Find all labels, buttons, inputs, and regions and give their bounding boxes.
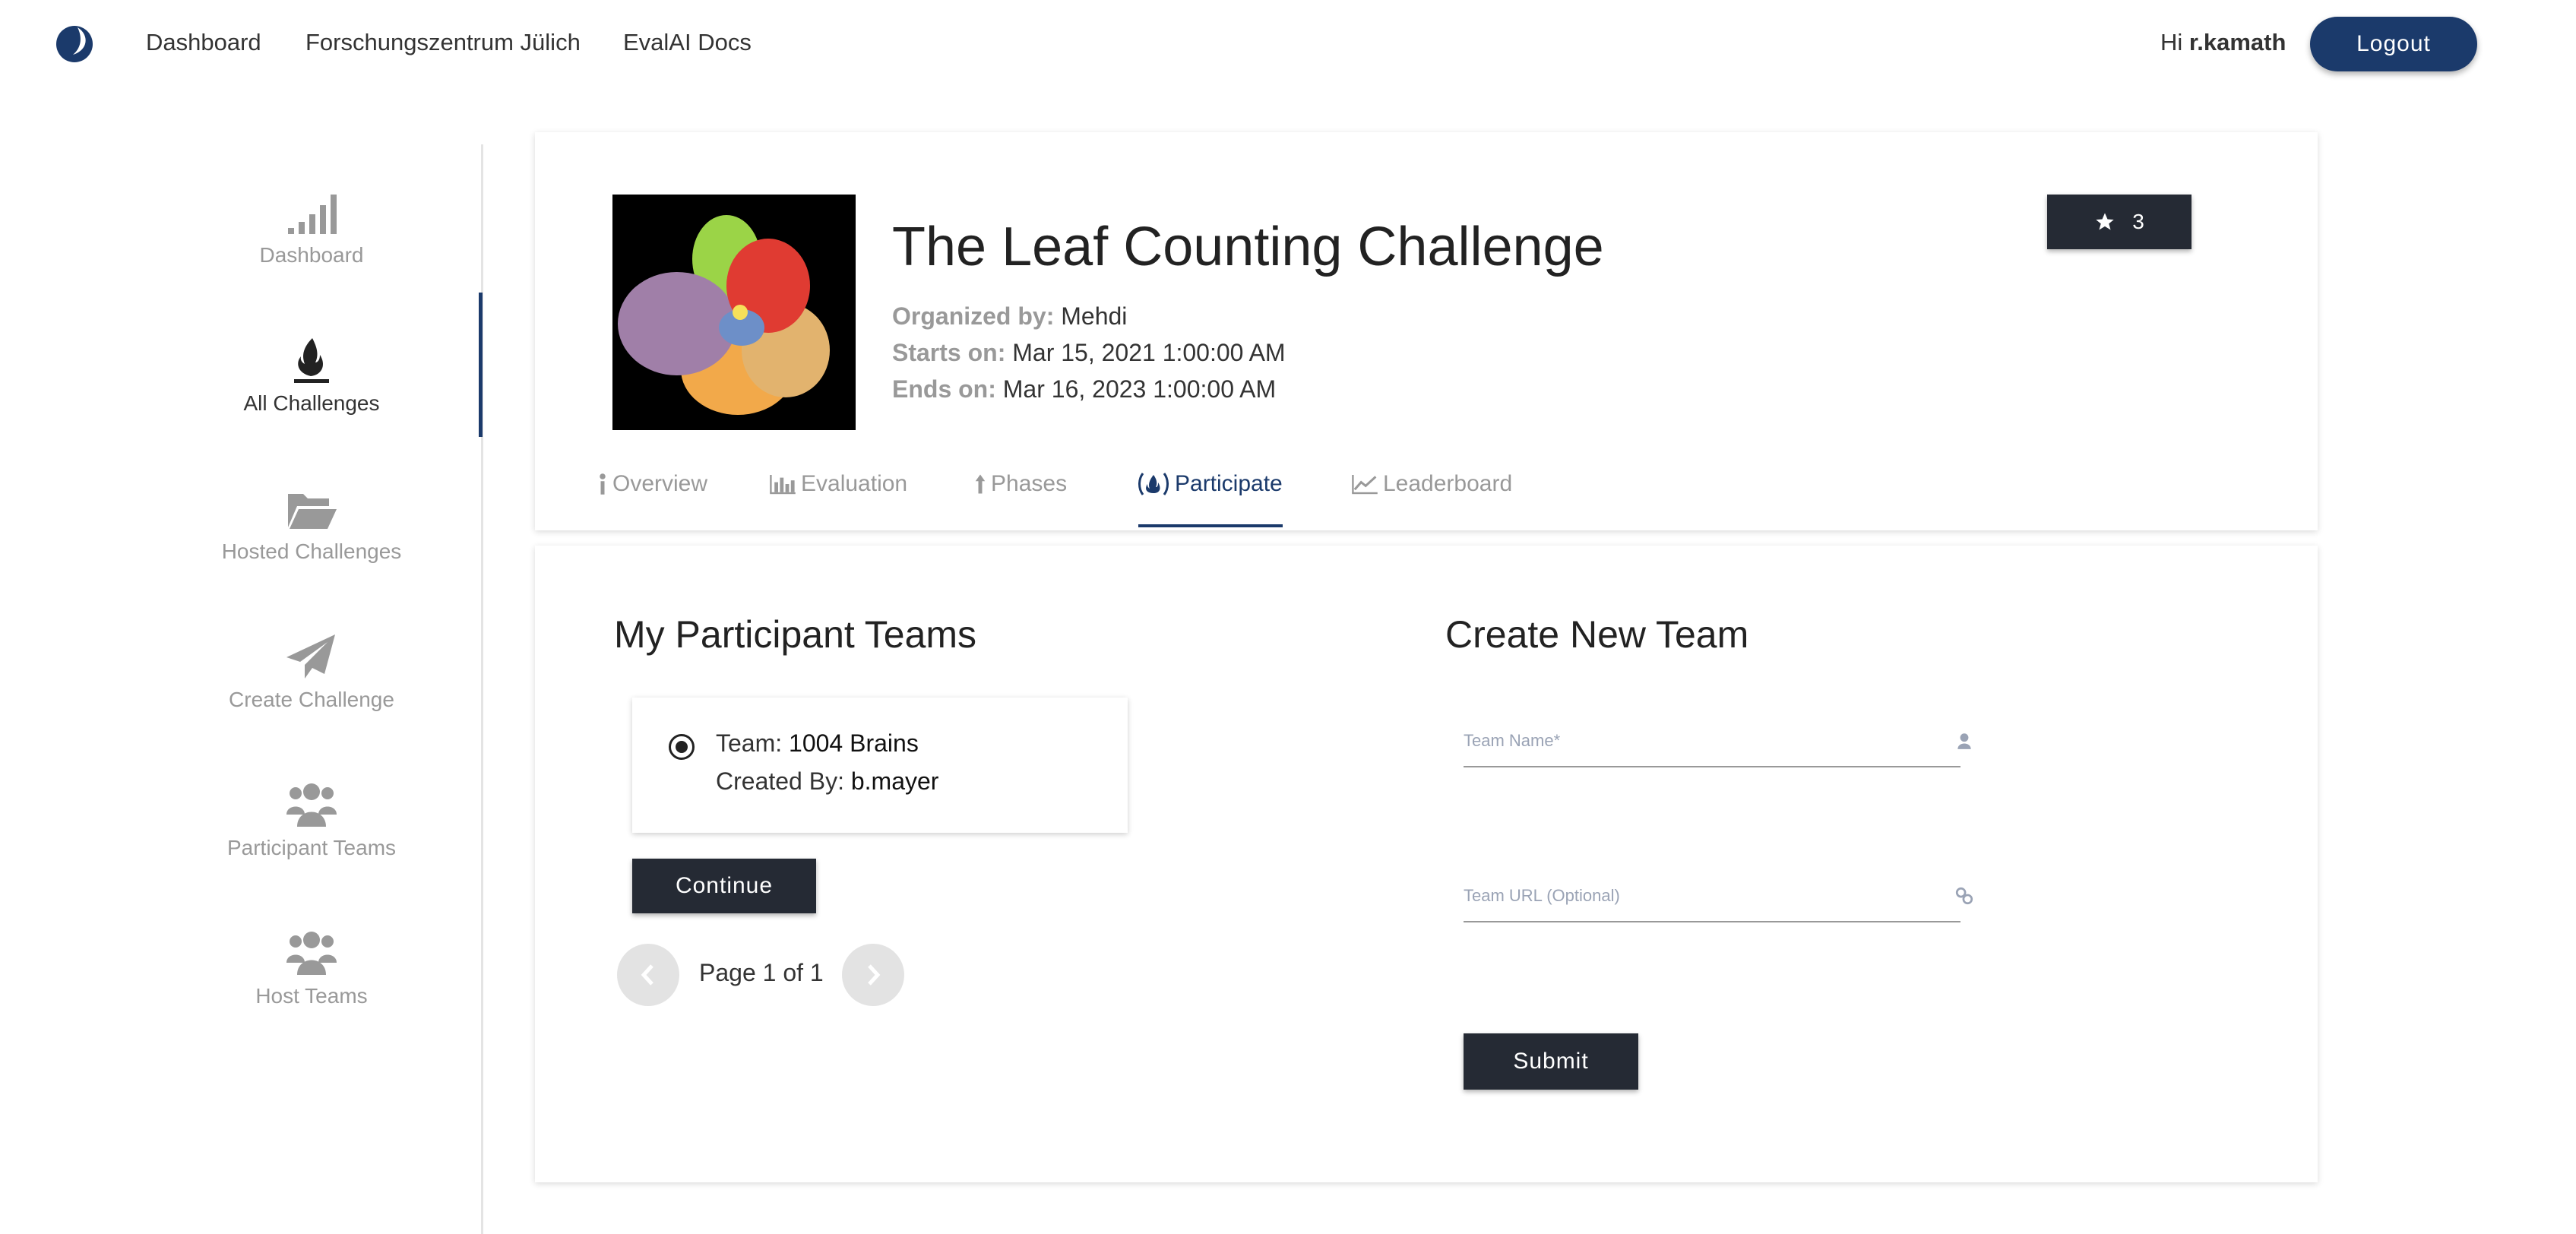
evalai-logo-icon[interactable] <box>52 20 97 65</box>
team-url-input[interactable] <box>1464 877 1919 915</box>
logout-button[interactable]: Logout <box>2310 17 2477 71</box>
arrow-up-icon <box>975 474 986 494</box>
nav-docs-link[interactable]: EvalAI Docs <box>623 29 752 56</box>
nav-org-link[interactable]: Forschungszentrum Jülich <box>305 29 581 56</box>
prev-page-button[interactable] <box>617 944 679 1006</box>
team-url-field <box>1464 877 1973 922</box>
line-chart-icon <box>1352 475 1378 495</box>
team-creator-line: Created By: b.mayer <box>716 767 939 795</box>
sidebar-item-label: All Challenges <box>243 391 380 415</box>
team-radio[interactable] <box>669 734 695 760</box>
star-count: 3 <box>2132 210 2144 233</box>
user-greeting: Hi r.kamath <box>2160 29 2286 55</box>
bar-chart-icon <box>770 475 796 495</box>
tab-participate[interactable]: Participate <box>1137 471 1283 497</box>
flame-icon <box>294 338 329 383</box>
next-page-button[interactable] <box>842 944 904 1006</box>
team-creator: b.mayer <box>850 767 939 795</box>
challenge-end-date: Ends on: Mar 16, 2023 1:00:00 AM <box>892 375 1277 403</box>
bar-signal-icon <box>288 195 337 234</box>
users-icon <box>286 932 337 975</box>
challenge-header-card: The Leaf Counting Challenge Organized by… <box>535 132 2318 530</box>
sidebar-item-hosted-challenges[interactable]: Hosted Challenges <box>160 460 464 589</box>
star-icon <box>2096 213 2114 230</box>
chevron-right-icon <box>868 964 881 986</box>
top-navbar: Dashboard Forschungszentrum Jülich EvalA… <box>0 0 2576 88</box>
folder-open-icon <box>288 494 337 529</box>
pagination-text: Page 1 of 1 <box>699 959 824 986</box>
team-name-input[interactable] <box>1464 722 1919 760</box>
challenge-title: The Leaf Counting Challenge <box>892 217 1604 277</box>
team-name-field <box>1464 722 1971 767</box>
sidebar-item-dashboard[interactable]: Dashboard <box>160 163 464 293</box>
tab-leaderboard[interactable]: Leaderboard <box>1351 471 1512 497</box>
team-name: 1004 Brains <box>789 729 919 757</box>
paper-plane-icon <box>286 634 335 679</box>
nav-dashboard-link[interactable]: Dashboard <box>146 29 261 56</box>
submit-button[interactable]: Submit <box>1464 1033 1638 1090</box>
info-icon <box>600 473 606 495</box>
tab-evaluation[interactable]: Evaluation <box>769 471 907 497</box>
challenge-start-date: Starts on: Mar 15, 2021 1:00:00 AM <box>892 339 1286 366</box>
sidebar-item-participant-teams[interactable]: Participant Teams <box>160 756 464 885</box>
participate-card: My Participant Teams Team: 1004 Brains C… <box>535 546 2318 1182</box>
user-icon <box>1957 733 1971 749</box>
star-button[interactable]: 3 <box>2047 195 2191 249</box>
username: r.kamath <box>2188 29 2286 55</box>
create-team-title: Create New Team <box>1445 613 1749 656</box>
sidebar-item-host-teams[interactable]: Host Teams <box>160 904 464 1033</box>
participant-teams-title: My Participant Teams <box>614 613 977 656</box>
sidebar-item-label: Hosted Challenges <box>221 539 402 563</box>
sidebar-item-create-challenge[interactable]: Create Challenge <box>160 608 464 737</box>
continue-button[interactable]: Continue <box>632 859 816 913</box>
link-icon <box>1955 887 1973 905</box>
sidebar-item-label: Create Challenge <box>229 688 394 711</box>
sidebar-item-all-challenges[interactable]: All Challenges <box>160 312 464 441</box>
team-card[interactable]: Team: 1004 Brains Created By: b.mayer <box>632 698 1128 833</box>
sidebar-item-label: Dashboard <box>259 243 364 267</box>
team-name-line: Team: 1004 Brains <box>716 729 919 757</box>
fire-icon <box>1138 473 1169 495</box>
tab-phases[interactable]: Phases <box>974 471 1067 497</box>
sidebar-item-label: Participant Teams <box>226 836 397 859</box>
sidebar-active-indicator <box>479 293 483 437</box>
chevron-left-icon <box>641 964 653 986</box>
tab-overview[interactable]: Overview <box>597 471 707 497</box>
users-icon <box>286 783 337 827</box>
challenge-organizer: Organized by: Mehdi <box>892 302 1128 330</box>
challenge-image <box>612 195 856 430</box>
sidebar-item-label: Host Teams <box>255 984 368 1008</box>
active-tab-underline <box>1138 524 1283 527</box>
